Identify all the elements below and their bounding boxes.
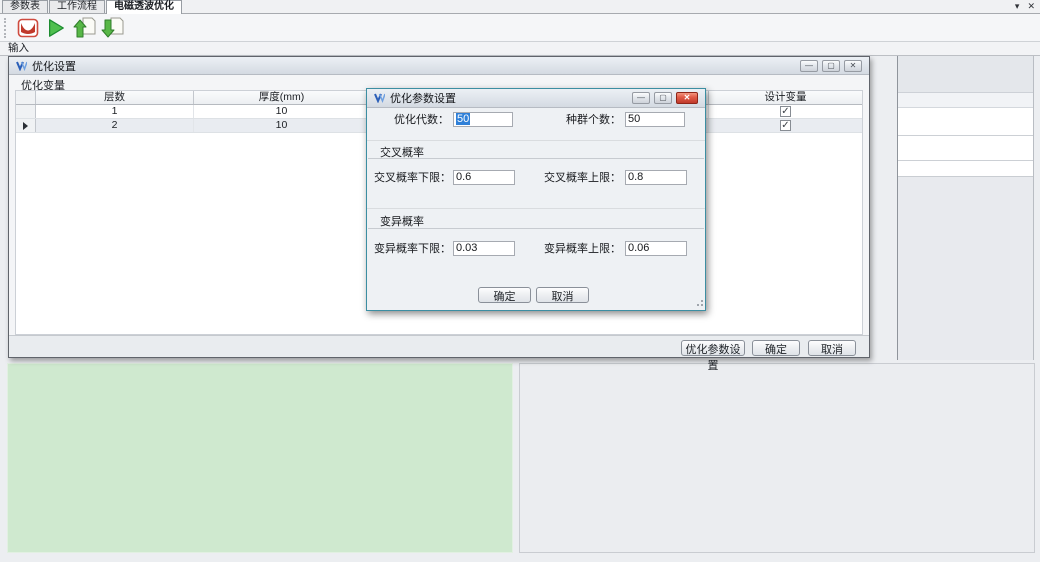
params-ok-button[interactable]: 确定 bbox=[478, 287, 531, 303]
current-row-marker-icon bbox=[23, 122, 28, 130]
plot-area-panel bbox=[7, 363, 513, 553]
tab-parameter-table[interactable]: 参数表 bbox=[2, 0, 48, 13]
design-variable-cell[interactable]: ✓ bbox=[709, 119, 862, 132]
design-variable-checkbox[interactable]: ✓ bbox=[780, 120, 791, 131]
thickness-cell[interactable]: 10 bbox=[194, 105, 370, 118]
params-dialog-title: 优化参数设置 bbox=[390, 90, 456, 106]
maximize-icon[interactable]: ▢ bbox=[654, 92, 672, 104]
input-value: 50 bbox=[628, 113, 640, 125]
layer-cell[interactable]: 2 bbox=[36, 119, 194, 132]
section-divider bbox=[367, 208, 705, 209]
minimize-icon[interactable]: — bbox=[800, 60, 818, 72]
maximize-icon[interactable]: ▢ bbox=[822, 60, 840, 72]
tab-close-icon[interactable]: ✕ bbox=[1027, 1, 1035, 12]
background-panel-rows bbox=[898, 108, 1033, 177]
tab-bar: 参数表 工作流程 电磁透波优化 ▾ ✕ bbox=[0, 0, 1040, 14]
app-logo-icon bbox=[374, 93, 385, 103]
resize-grip[interactable] bbox=[695, 300, 703, 308]
background-panel-band bbox=[898, 93, 1033, 108]
input-value: 0.8 bbox=[628, 171, 643, 183]
optimization-dialog-footer: 优化参数设置 确定 取消 bbox=[9, 335, 869, 357]
ok-button[interactable]: 确定 bbox=[752, 340, 800, 356]
export-up-icon[interactable] bbox=[70, 15, 98, 41]
import-down-icon[interactable] bbox=[98, 15, 126, 41]
open-params-settings-button[interactable]: 优化参数设置 bbox=[681, 340, 745, 356]
input-section-label: 输入 bbox=[8, 42, 29, 54]
crossover-upper-label: 交叉概率上限： bbox=[541, 172, 621, 185]
design-variable-checkbox[interactable]: ✓ bbox=[780, 106, 791, 117]
row-selector-header[interactable] bbox=[16, 91, 36, 104]
tab-workflow[interactable]: 工作流程 bbox=[49, 0, 105, 13]
input-value: 0.6 bbox=[456, 171, 471, 183]
output-area-panel bbox=[519, 363, 1035, 553]
section-divider bbox=[367, 140, 705, 141]
crossover-lower-input[interactable]: 0.6 bbox=[453, 170, 515, 185]
group-underline bbox=[368, 228, 704, 229]
generations-label: 优化代数： bbox=[379, 114, 449, 127]
mutation-group-label: 变异概率 bbox=[380, 213, 424, 229]
app-window: 参数表 工作流程 电磁透波优化 ▾ ✕ bbox=[0, 0, 1040, 562]
layer-cell[interactable]: 1 bbox=[36, 105, 194, 118]
background-right-panel bbox=[897, 56, 1034, 360]
tab-list-dropdown-icon[interactable]: ▾ bbox=[1015, 1, 1020, 12]
mutation-lower-label: 变异概率下限： bbox=[371, 243, 451, 256]
thickness-cell[interactable]: 10 bbox=[194, 119, 370, 132]
close-icon[interactable]: ✕ bbox=[844, 60, 862, 72]
selected-text: 50 bbox=[456, 113, 470, 125]
input-value: 0.06 bbox=[628, 242, 649, 254]
row-selector-cell[interactable] bbox=[16, 105, 36, 118]
model-curve-icon[interactable] bbox=[14, 15, 42, 41]
design-variable-cell[interactable]: ✓ bbox=[709, 105, 862, 118]
minimize-icon[interactable]: — bbox=[632, 92, 650, 104]
row-separator bbox=[898, 160, 1033, 161]
crossover-upper-input[interactable]: 0.8 bbox=[625, 170, 687, 185]
population-input[interactable]: 50 bbox=[625, 112, 685, 127]
tab-em-transmission-optimization[interactable]: 电磁透波优化 bbox=[106, 0, 182, 14]
cancel-button[interactable]: 取消 bbox=[808, 340, 856, 356]
crossover-lower-label: 交叉概率下限： bbox=[371, 172, 451, 185]
mutation-upper-input[interactable]: 0.06 bbox=[625, 241, 687, 256]
column-header-design-variable[interactable]: 设计变量 bbox=[709, 91, 862, 104]
optimization-params-dialog: 优化参数设置 — ▢ ✕ 优化代数： 50 种群个数： 50 交叉概率 交叉概率… bbox=[366, 88, 706, 311]
run-icon[interactable] bbox=[42, 15, 70, 41]
tab-controls: ▾ ✕ bbox=[1015, 1, 1035, 12]
mutation-lower-input[interactable]: 0.03 bbox=[453, 241, 515, 256]
toolbar bbox=[0, 14, 1040, 42]
mutation-upper-label: 变异概率上限： bbox=[541, 243, 621, 256]
column-header-layer[interactable]: 层数 bbox=[36, 91, 194, 104]
input-value: 0.03 bbox=[456, 242, 477, 254]
generations-input[interactable]: 50 bbox=[453, 112, 513, 127]
optimization-dialog-title: 优化设置 bbox=[32, 58, 76, 74]
column-header-thickness[interactable]: 厚度(mm) bbox=[194, 91, 370, 104]
params-cancel-button[interactable]: 取消 bbox=[536, 287, 589, 303]
background-panel-band bbox=[898, 56, 1033, 93]
population-label: 种群个数： bbox=[553, 114, 621, 127]
row-selector-cell[interactable] bbox=[16, 119, 36, 132]
toolbar-grip[interactable] bbox=[4, 18, 8, 38]
app-logo-icon bbox=[16, 61, 27, 71]
row-separator bbox=[898, 135, 1033, 136]
optimization-dialog-titlebar[interactable]: 优化设置 bbox=[9, 57, 869, 75]
input-section-header: 输入 bbox=[0, 42, 1040, 56]
close-icon[interactable]: ✕ bbox=[676, 92, 698, 104]
group-underline bbox=[368, 158, 704, 159]
